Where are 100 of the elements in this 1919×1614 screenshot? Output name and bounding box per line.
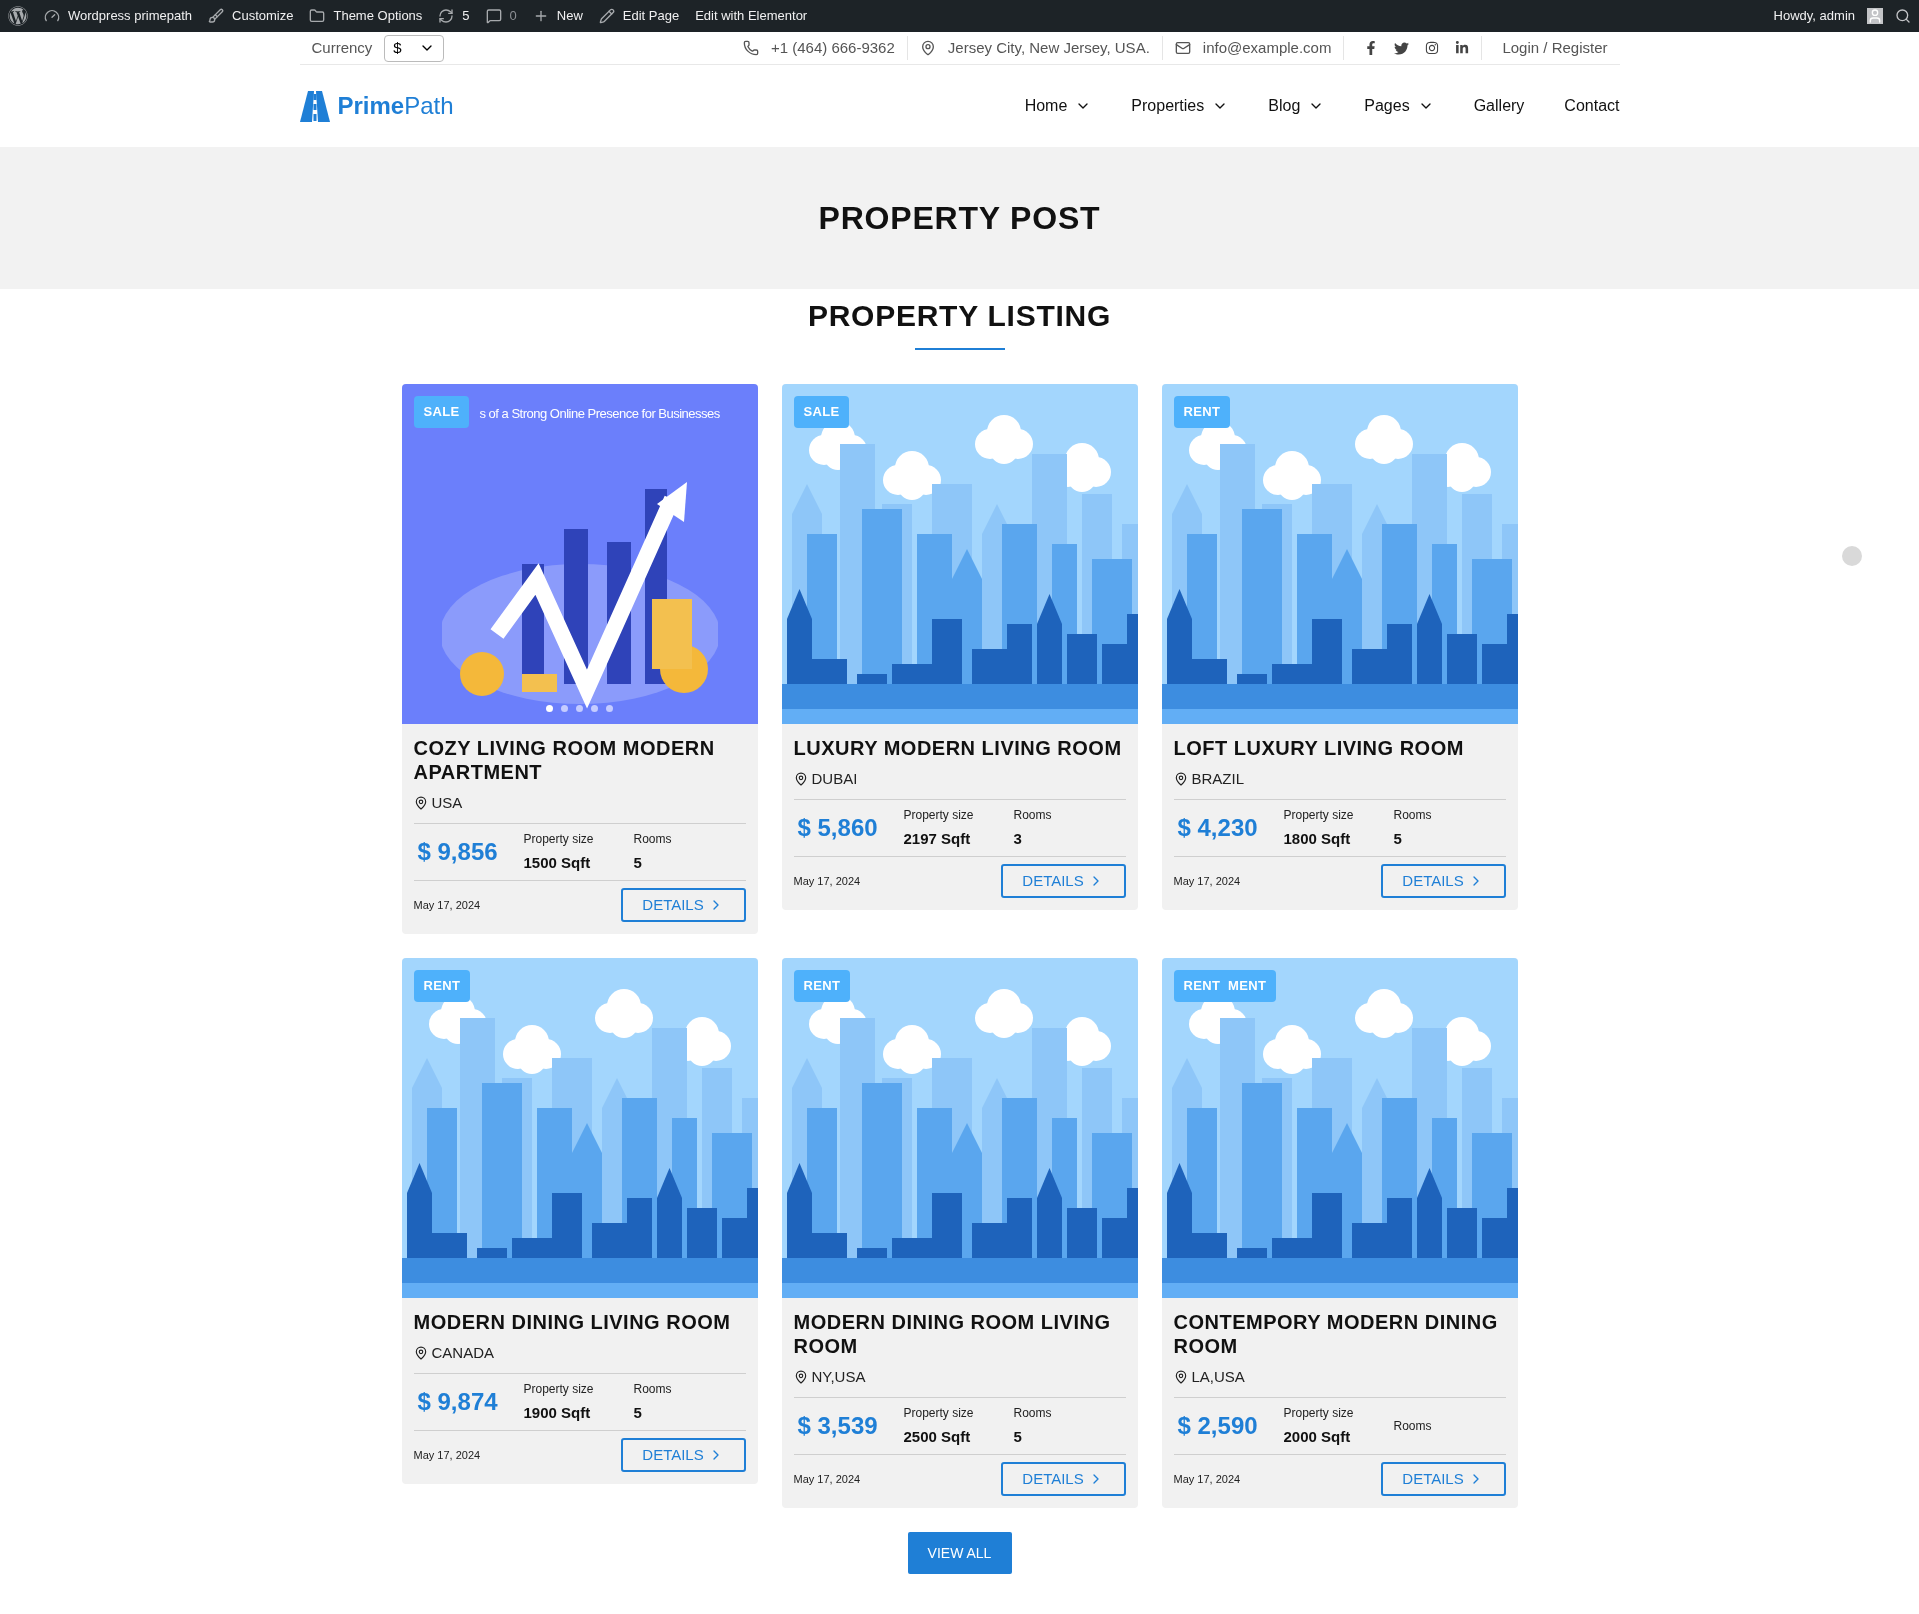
nav-menu-item[interactable]: Gallery [1473, 94, 1525, 118]
listing-badge: RENT [793, 970, 851, 1002]
admin-account-link[interactable]: Howdy, admin [1773, 6, 1855, 26]
details-button[interactable]: DETAILS [1000, 864, 1126, 898]
size-label: Property size [1283, 1404, 1355, 1422]
property-title[interactable]: COZY LIVING ROOM MODERN APARTMENT [413, 736, 746, 784]
pencil-icon [598, 8, 615, 24]
currency-label: Currency [311, 37, 373, 58]
property-price: $ 9,856 [416, 836, 499, 867]
twitter-icon[interactable] [1394, 40, 1410, 56]
rooms-value: 5 [1013, 1426, 1023, 1447]
logo-text[interactable]: PrimePath [337, 88, 454, 124]
rooms-label: Rooms [633, 830, 672, 848]
address-text: Jersey City, New Jersey, USA. [947, 37, 1150, 58]
admin-bar-link[interactable]: Edit with Elementor [695, 6, 808, 26]
location-pin-icon [1173, 772, 1188, 787]
admin-bar-link[interactable]: Wordpress primepath [44, 6, 193, 26]
road-logo-icon [299, 90, 330, 122]
admin-bar-link[interactable] [8, 6, 28, 26]
comment-icon [485, 8, 502, 24]
post-date: May 17, 2024 [413, 1447, 481, 1463]
listing-badge: SALE [793, 396, 850, 428]
admin-bar-link[interactable]: Edit Page [598, 6, 680, 26]
property-title[interactable]: MODERN DINING ROOM LIVING ROOM [793, 1310, 1126, 1358]
property-location: LA,USA [1191, 1367, 1245, 1387]
size-value: 2000 Sqft [1283, 1426, 1352, 1447]
instagram-icon[interactable] [1425, 41, 1440, 55]
details-button[interactable]: DETAILS [1380, 864, 1506, 898]
rooms-label: Rooms [633, 1380, 672, 1398]
nav-menu-item[interactable]: Pages [1364, 94, 1434, 118]
login-register-link[interactable]: Login / Register [1502, 36, 1608, 60]
admin-bar-link[interactable]: Theme Options [309, 6, 423, 26]
nav-menu-item[interactable]: Contact [1564, 94, 1620, 118]
rooms-label: Rooms [1013, 1404, 1052, 1422]
admin-bar-link[interactable]: 5 [438, 6, 470, 26]
size-label: Property size [1283, 806, 1355, 824]
details-button[interactable]: DETAILS [620, 888, 746, 922]
admin-bar-link[interactable]: Customize [208, 6, 294, 26]
rooms-value: 3 [1013, 828, 1023, 849]
size-label: Property size [903, 806, 975, 824]
linkedin-icon[interactable] [1455, 41, 1470, 55]
folder-icon [309, 8, 326, 24]
location-pin-icon [413, 1346, 428, 1361]
property-location: CANADA [431, 1343, 494, 1363]
property-price: $ 3,539 [796, 1410, 879, 1441]
property-price: $ 5,860 [796, 812, 879, 843]
location-pin-icon [1173, 1370, 1188, 1385]
banner-title: PROPERTY POST [818, 199, 1101, 238]
property-title[interactable]: CONTEMPORY MODERN DINING ROOM [1173, 1310, 1506, 1358]
property-location: DUBAI [811, 769, 858, 789]
post-date: May 17, 2024 [793, 873, 861, 889]
nav-menu-item[interactable]: Properties [1131, 94, 1229, 118]
property-price: $ 2,590 [1176, 1410, 1259, 1441]
property-title[interactable]: LOFT LUXURY LIVING ROOM [1173, 736, 1506, 760]
view-all-button[interactable]: VIEW ALL [907, 1532, 1012, 1574]
property-price: $ 9,874 [416, 1386, 499, 1417]
rooms-value: 5 [1393, 828, 1403, 849]
email-link[interactable]: info@example.com [1202, 36, 1332, 60]
listing-badge: RENT [1173, 396, 1231, 428]
property-price: $ 4,230 [1176, 812, 1259, 843]
details-button[interactable]: DETAILS [1000, 1462, 1126, 1496]
size-value: 1800 Sqft [1283, 828, 1352, 849]
brush-icon [208, 8, 225, 24]
mail-icon [1174, 40, 1191, 56]
rooms-label: Rooms [1393, 1417, 1432, 1435]
wordpress-icon [8, 6, 28, 26]
phone-icon [742, 40, 759, 56]
details-button[interactable]: DETAILS [1380, 1462, 1506, 1496]
property-title[interactable]: LUXURY MODERN LIVING ROOM [793, 736, 1126, 760]
post-date: May 17, 2024 [793, 1471, 861, 1487]
rooms-value: 5 [633, 852, 643, 873]
nav-menu-item[interactable]: Home [1024, 94, 1092, 118]
size-value: 1500 Sqft [523, 852, 592, 873]
post-date: May 17, 2024 [1173, 873, 1241, 889]
rooms-value: 5 [633, 1402, 643, 1423]
details-button[interactable]: DETAILS [620, 1438, 746, 1472]
post-date: May 17, 2024 [1173, 1471, 1241, 1487]
rooms-label: Rooms [1393, 806, 1432, 824]
location-pin-icon [413, 796, 428, 811]
size-value: 2197 Sqft [903, 828, 972, 849]
listing-badge: RENT MENT [1173, 970, 1277, 1002]
currency-select[interactable]: $ [384, 34, 445, 62]
size-label: Property size [903, 1404, 975, 1422]
property-location: BRAZIL [1191, 769, 1244, 789]
search-icon[interactable] [1895, 8, 1911, 24]
post-date: May 17, 2024 [413, 897, 481, 913]
admin-bar-link[interactable]: 0 [485, 6, 517, 26]
dashboard-icon [44, 8, 60, 24]
property-location: NY,USA [811, 1367, 866, 1387]
rooms-label: Rooms [1013, 806, 1052, 824]
avatar-icon [1867, 8, 1883, 24]
phone-number: +1 (464) 666-9362 [770, 37, 895, 58]
admin-bar-link[interactable]: New [532, 6, 583, 26]
property-title[interactable]: MODERN DINING LIVING ROOM [413, 1310, 746, 1334]
property-location: USA [431, 793, 463, 813]
size-value: 2500 Sqft [903, 1426, 972, 1447]
nav-menu-item[interactable]: Blog [1268, 94, 1325, 118]
location-pin-icon [793, 1370, 808, 1385]
section-title: PROPERTY LISTING [807, 298, 1112, 334]
size-value: 1900 Sqft [523, 1402, 592, 1423]
